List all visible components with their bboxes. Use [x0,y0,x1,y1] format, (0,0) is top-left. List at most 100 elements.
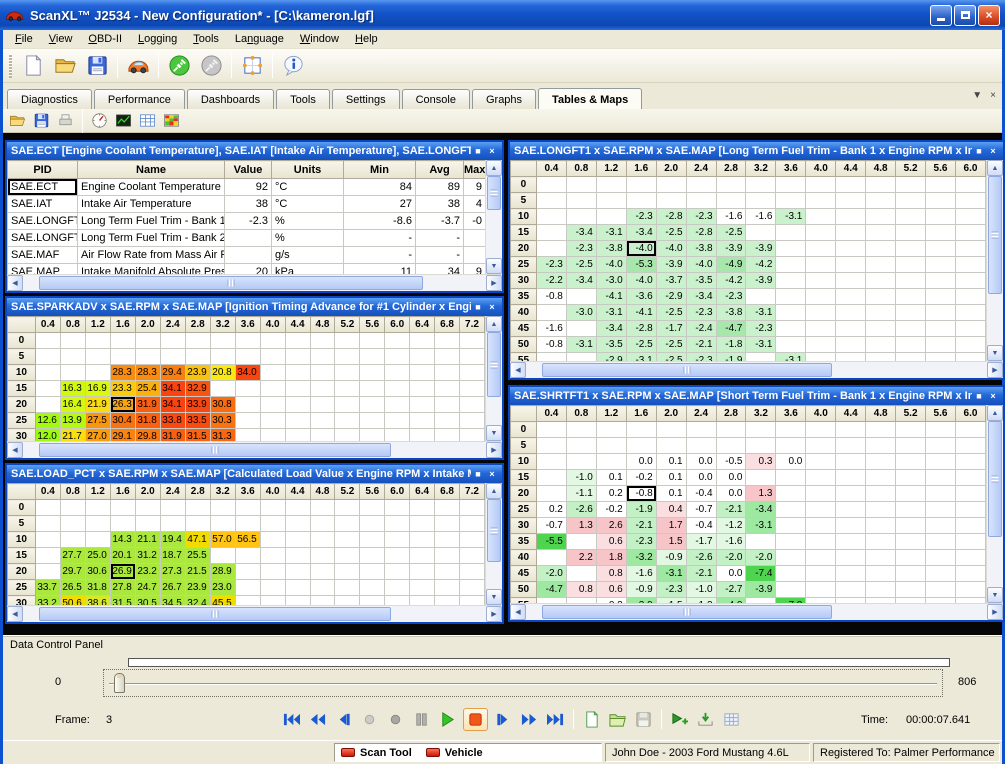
map-cell[interactable]: -2.3 [626,209,656,225]
map-cell[interactable]: -2.3 [686,209,716,225]
map-cell[interactable] [210,516,235,532]
map-cell[interactable]: -3.5 [686,273,716,289]
map-cell[interactable]: 0.0 [716,566,746,582]
map-cell[interactable] [716,438,746,454]
map-cell[interactable] [410,548,435,564]
map-cell[interactable]: 30.8 [210,397,235,413]
vertical-scrollbar[interactable]: ▲ ▼ [485,483,502,605]
map-cell[interactable] [776,273,806,289]
map-cell[interactable] [310,429,335,442]
map-cell[interactable] [360,365,385,381]
pid-cell[interactable]: -8.6 [344,213,416,230]
map-cell[interactable]: -2.3 [686,353,716,362]
map-cell[interactable] [896,273,926,289]
map-cell[interactable]: 1.3 [566,518,596,534]
map-cell[interactable]: 31.2 [135,548,160,564]
map-cell[interactable]: -3.1 [776,209,806,225]
scrollbar-thumb[interactable] [39,276,423,290]
map-cell[interactable] [926,289,956,305]
horizontal-scrollbar[interactable]: ◀ ▶ [510,603,1003,620]
horizontal-scrollbar[interactable]: ◀ ▶ [7,274,502,291]
map-cell[interactable] [955,193,985,209]
map-cell[interactable] [285,397,310,413]
map-cell[interactable]: -4.2 [716,273,746,289]
map-cell[interactable] [385,349,410,365]
map-cell[interactable]: 56.5 [235,532,260,548]
map-cell[interactable]: -2.6 [686,550,716,566]
map-cell[interactable] [896,305,926,321]
map-cell[interactable]: -2.3 [566,241,596,257]
fast-forward-button[interactable] [519,710,540,729]
map-cell[interactable] [536,422,566,438]
map-cell[interactable] [836,470,866,486]
pid-cell[interactable]: 38 [416,196,464,213]
map-cell[interactable] [410,516,435,532]
scrollbar-thumb[interactable] [487,176,501,210]
map-cell[interactable]: -3.0 [596,273,626,289]
map-cell[interactable]: -3.7 [656,273,686,289]
pid-cell[interactable]: Long Term Fuel Trim - Bank 1 [78,213,225,230]
pid-col-header[interactable]: Name [78,161,225,179]
map-cell[interactable] [896,225,926,241]
map-cell[interactable] [806,486,836,502]
map-cell[interactable] [35,548,60,564]
map-cell[interactable]: -3.1 [626,353,656,362]
close-button[interactable]: × [978,5,1000,26]
tab-dropdown-icon[interactable]: ▼ [972,90,982,101]
map-cell[interactable] [35,397,60,413]
pid-cell[interactable]: SAE.LONGFT1 [8,213,78,230]
map-cell[interactable] [335,564,360,580]
map-cell[interactable] [566,566,596,582]
map-cell[interactable]: 34.1 [160,397,185,413]
map-cell[interactable] [285,516,310,532]
map-cell[interactable]: -1.6 [746,209,776,225]
map-cell[interactable] [656,422,686,438]
map-cell[interactable]: -0.9 [626,582,656,598]
map-cell[interactable]: -2.3 [626,534,656,550]
map-cell[interactable] [806,502,836,518]
panel-titlebar[interactable]: SAE.SHRTFT1 x SAE.RPM x SAE.MAP [Short T… [510,387,1003,405]
scroll-down-icon[interactable]: ▼ [486,425,502,441]
map-cell[interactable] [459,429,484,442]
scrollbar-thumb[interactable] [39,443,391,457]
map-cell[interactable] [335,381,360,397]
pid-cell[interactable]: Intake Air Temperature [78,196,225,213]
map-cell[interactable]: 27.0 [85,429,110,442]
map-cell[interactable] [955,470,985,486]
map-cell[interactable] [260,429,285,442]
scroll-right-icon[interactable]: ▶ [987,362,1003,378]
map-cell[interactable] [686,177,716,193]
new-file-button[interactable] [18,51,48,81]
menu-view[interactable]: View [41,31,81,47]
scroll-left-icon[interactable]: ◀ [7,442,23,458]
map-cell[interactable] [955,353,985,362]
map-cell[interactable]: 14.3 [110,532,135,548]
map-cell[interactable] [459,580,484,596]
vertical-scrollbar[interactable]: ▲ ▼ [986,160,1003,361]
map-cell[interactable]: 2.2 [566,550,596,566]
map-cell[interactable] [596,422,626,438]
map-cell[interactable] [955,177,985,193]
map-cell[interactable] [896,470,926,486]
map-cell[interactable]: 16.3 [60,381,85,397]
panel-close-icon[interactable]: × [986,388,1000,404]
map-cell[interactable] [335,413,360,429]
map-cell[interactable] [135,349,160,365]
map-cell[interactable]: -1.6 [626,566,656,582]
panel-minimize-icon[interactable]: ■ [471,143,485,159]
horizontal-scrollbar[interactable]: ◀ ▶ [7,605,502,622]
open-folder-button[interactable] [7,110,28,131]
map-cell[interactable]: -2.0 [536,566,566,582]
map-cell[interactable]: -3.4 [566,225,596,241]
map-cell[interactable] [955,582,985,598]
map-cell[interactable] [746,177,776,193]
map-cell[interactable] [60,333,85,349]
pid-cell[interactable]: Intake Manifold Absolute Pres [78,264,225,275]
map-cell[interactable] [926,550,956,566]
connect-button[interactable] [164,51,194,81]
marker-add-button[interactable] [669,710,690,729]
map-cell[interactable] [459,564,484,580]
step-forward-button[interactable] [493,710,514,729]
map-cell[interactable] [410,333,435,349]
map-cell[interactable] [435,532,460,548]
